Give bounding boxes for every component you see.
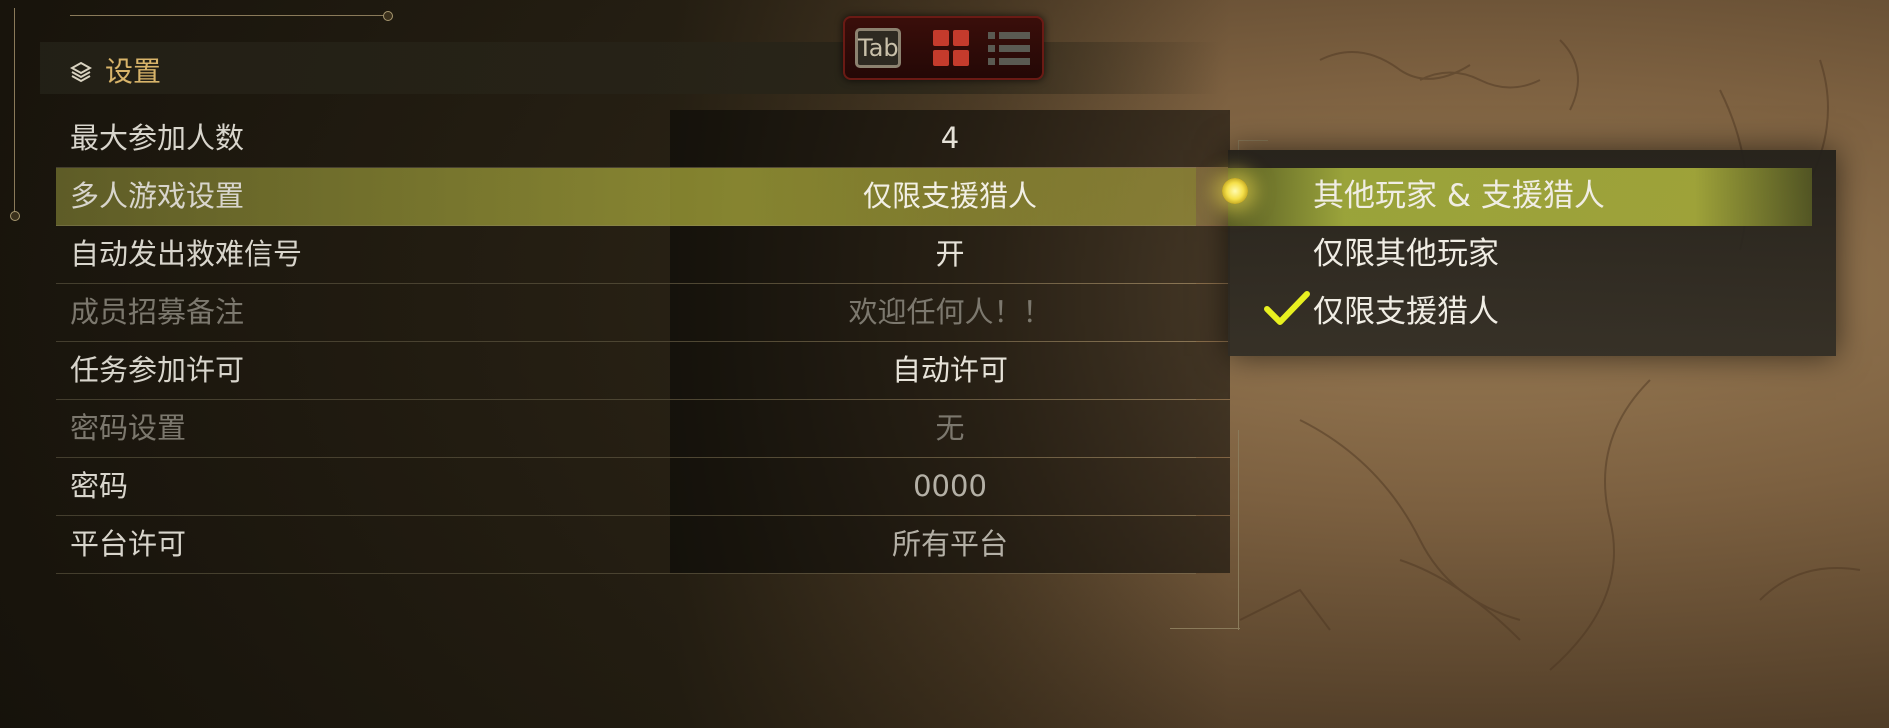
option-players-and-support[interactable]: 其他玩家 & 支援猎人	[1228, 168, 1812, 226]
setting-label: 自动发出救难信号	[70, 237, 303, 271]
tab-key-icon[interactable]: Tab	[855, 28, 901, 68]
option-label: 仅限其他玩家	[1313, 236, 1499, 272]
setting-value: 仅限支援猎人	[862, 179, 1037, 213]
setting-value: 无	[935, 411, 965, 445]
view-switcher: Tab	[843, 16, 1044, 80]
option-players-only[interactable]: 仅限其他玩家	[1228, 226, 1812, 284]
settings-icon	[70, 61, 92, 83]
page-title: 设置	[105, 55, 162, 88]
option-label: 仅限支援猎人	[1313, 294, 1499, 330]
frame-line-left	[14, 8, 15, 216]
option-support-only[interactable]: 仅限支援猎人	[1228, 284, 1812, 342]
setting-label: 任务参加许可	[70, 353, 245, 387]
setting-label: 多人游戏设置	[70, 179, 245, 213]
frame-line-top	[70, 15, 388, 16]
setting-value: 欢迎任何人！！	[848, 295, 1052, 329]
checkmark-icon	[1264, 291, 1310, 325]
setting-label: 平台许可	[70, 527, 187, 561]
dropdown-frame-line	[1238, 140, 1268, 141]
settings-row-password-setting: 密码设置 无	[56, 400, 1230, 458]
settings-row-max-players[interactable]: 最大参加人数 4	[56, 110, 1230, 168]
frame-line-bottom	[1170, 628, 1240, 629]
list-view-icon[interactable]	[988, 30, 1030, 68]
frame-ornament	[383, 11, 393, 21]
settings-row-platform[interactable]: 平台许可 所有平台	[56, 516, 1230, 574]
settings-row-quest-permission[interactable]: 任务参加许可 自动许可	[56, 342, 1230, 400]
grid-view-icon[interactable]	[933, 30, 971, 68]
settings-row-sos-flare[interactable]: 自动发出救难信号 开	[56, 226, 1230, 284]
setting-label: 最大参加人数	[70, 121, 245, 155]
frame-line-bottom	[1238, 430, 1239, 630]
settings-row-password[interactable]: 密码 0000	[56, 458, 1230, 516]
setting-value: 自动许可	[891, 353, 1008, 387]
settings-row-multiplayer[interactable]: 多人游戏设置 仅限支援猎人	[56, 168, 1230, 226]
setting-label: 成员招募备注	[70, 295, 245, 329]
setting-value: 4	[940, 121, 960, 155]
multiplayer-options-dropdown: 其他玩家 & 支援猎人 仅限其他玩家 仅限支援猎人	[1228, 150, 1836, 356]
option-label: 其他玩家 & 支援猎人	[1313, 178, 1605, 214]
setting-label: 密码设置	[70, 411, 187, 445]
settings-row-recruit-note: 成员招募备注 欢迎任何人！！	[56, 284, 1230, 342]
setting-value: 所有平台	[891, 527, 1008, 561]
row-divider	[56, 573, 1196, 574]
setting-value: 0000	[913, 469, 987, 503]
cursor-icon	[1222, 178, 1248, 204]
frame-ornament	[10, 211, 20, 221]
setting-label: 密码	[70, 469, 129, 503]
setting-value: 开	[935, 237, 965, 271]
